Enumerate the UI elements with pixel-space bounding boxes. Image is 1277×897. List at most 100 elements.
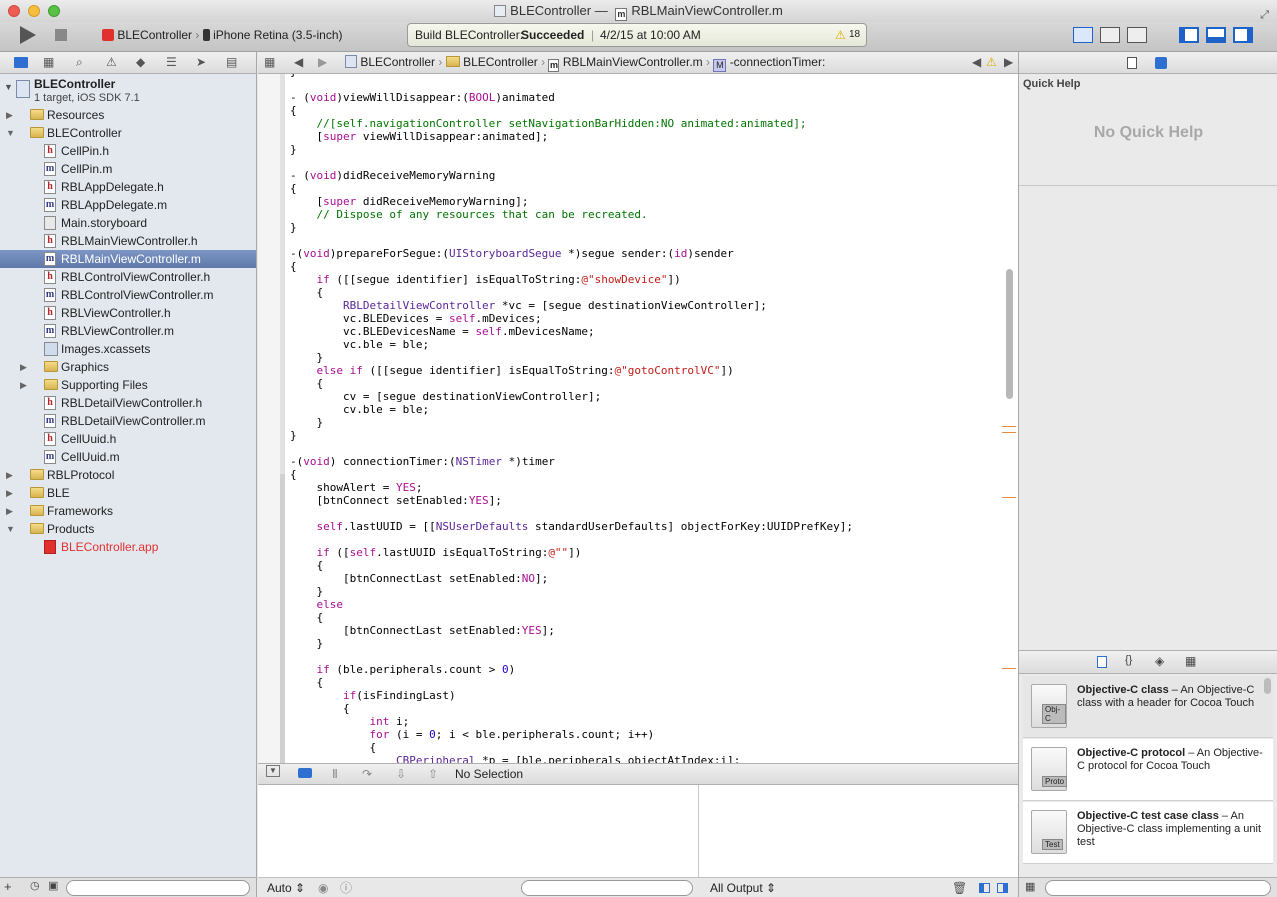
code-line[interactable] [290,507,853,520]
navigator-filter-input[interactable] [66,880,250,896]
step-out-icon[interactable]: ⇧ [428,764,438,784]
scm-filter-icon[interactable]: ▣ [48,879,58,892]
navigator-group-item[interactable]: ▶ Graphics [0,358,256,376]
code-snippet-icon[interactable]: {} [1125,654,1132,666]
chevron-down-icon[interactable]: ▼ [6,124,15,142]
test-navigator-icon[interactable]: ◆ [136,55,145,69]
code-line[interactable]: { [290,260,853,273]
hide-debug-area-icon[interactable]: ▼ [266,765,280,777]
code-line[interactable]: { [290,676,853,689]
code-line[interactable]: if(isFindingLast) [290,689,853,702]
code-line[interactable]: // Dispose of any resources that can be … [290,208,853,221]
code-line[interactable]: { [290,702,853,715]
forward-arrow-icon[interactable]: ▶ [318,52,327,73]
code-line[interactable]: } [290,351,853,364]
code-line[interactable]: for (i = 0; i < ble.peripherals.count; i… [290,728,853,741]
toggle-debug-area-button[interactable] [1206,27,1226,43]
media-library-icon[interactable]: ▦ [1185,654,1196,668]
code-line[interactable]: } [290,143,853,156]
code-line[interactable]: [btnConnectLast setEnabled:YES]; [290,624,853,637]
breadcrumb-method[interactable]: -connectionTimer: [730,55,826,69]
editor-vertical-scrollbar[interactable] [1006,269,1013,399]
warning-marker[interactable] [1002,668,1016,669]
related-items-icon[interactable]: ▦ [264,52,275,73]
navigator-group-item[interactable]: ▼ BLEController [0,124,256,142]
breadcrumb-file[interactable]: RBLMainViewController.m [563,55,703,69]
trash-icon[interactable]: 🗑 [952,878,967,897]
navigator-file-item[interactable]: h RBLViewController.h [0,304,256,322]
debug-navigator-icon[interactable]: ☰ [166,55,177,69]
navigator-file-item[interactable]: Main.storyboard [0,214,256,232]
code-line[interactable]: self.lastUUID = [[NSUserDefaults standar… [290,520,853,533]
code-line[interactable] [290,442,853,455]
breakpoints-toggle-icon[interactable] [298,768,312,778]
warning-count[interactable]: 18 [849,24,860,46]
library-template-item[interactable]: Obj-C Objective-C class – An Objective-C … [1023,676,1273,738]
editor-gutter[interactable] [258,74,280,763]
chevron-down-icon[interactable]: ▼ [4,82,13,92]
code-line[interactable]: else [290,598,853,611]
symbol-navigator-icon[interactable]: ▦ [43,55,54,69]
code-line[interactable]: int i; [290,715,853,728]
run-button[interactable] [20,26,36,44]
minimize-window-button[interactable] [28,5,40,17]
version-editor-button[interactable] [1127,27,1147,43]
chevron-down-icon[interactable]: ▼ [6,520,15,538]
recent-files-icon[interactable]: ◷ [30,879,40,892]
navigator-group-item[interactable]: ▶ Resources [0,106,256,124]
assistant-editor-button[interactable] [1100,27,1120,43]
code-line[interactable]: [super viewWillDisappear:animated]; [290,130,853,143]
library-template-item[interactable]: Proto Objective-C protocol – An Objective… [1023,739,1273,801]
code-line[interactable]: if (ble.peripherals.count > 0) [290,663,853,676]
code-line[interactable]: if ([[segue identifier] isEqualToString:… [290,273,853,286]
close-window-button[interactable] [8,5,20,17]
code-line[interactable]: } [290,416,853,429]
code-text[interactable]: } - (void)viewWillDisappear:(BOOL)animat… [290,74,853,763]
code-line[interactable]: [super didReceiveMemoryWarning]; [290,195,853,208]
project-root[interactable]: ▼ BLEController 1 target, iOS SDK 7.1 [0,74,256,108]
folder-icon[interactable] [14,57,28,68]
eye-icon[interactable]: ◉ [318,878,328,897]
navigator-file-item[interactable]: m CellPin.m [0,160,256,178]
variables-scope-select[interactable]: Auto ⇕ [267,878,305,897]
navigator-group-item[interactable]: ▶ Frameworks [0,502,256,520]
code-line[interactable]: { [290,104,853,117]
code-line[interactable]: [btnConnect setEnabled:YES]; [290,494,853,507]
issue-warning-icon[interactable]: ⚠ [986,52,997,73]
code-line[interactable]: cv.ble = ble; [290,403,853,416]
code-line[interactable]: } [290,637,853,650]
code-line[interactable]: [btnConnectLast setEnabled:NO]; [290,572,853,585]
variables-view[interactable] [258,785,699,877]
standard-editor-button[interactable] [1073,27,1093,43]
code-line[interactable]: -(void) connectionTimer:(NSTimer *)timer [290,455,853,468]
code-line[interactable]: showAlert = YES; [290,481,853,494]
zoom-window-button[interactable] [48,5,60,17]
source-editor[interactable]: } - (void)viewWillDisappear:(BOOL)animat… [258,74,1018,763]
split-right-icon[interactable] [997,883,1008,893]
chevron-right-icon[interactable]: ▶ [20,376,27,394]
chevron-right-icon[interactable]: ▶ [20,358,27,376]
code-line[interactable]: //[self.navigationController setNavigati… [290,117,853,130]
console-output-select[interactable]: All Output ⇕ [710,878,776,897]
navigator-file-item[interactable]: m RBLDetailViewController.m [0,412,256,430]
step-over-icon[interactable]: ↷ [362,764,372,784]
navigator-file-item[interactable]: h RBLAppDelegate.h [0,178,256,196]
file-inspector-icon[interactable] [1127,57,1137,69]
navigator-file-item[interactable]: Images.xcassets [0,340,256,358]
navigator-group-item[interactable]: ▶ RBLProtocol [0,466,256,484]
info-icon[interactable]: ⓘ [340,878,352,897]
navigator-file-item[interactable]: BLEController.app [0,538,256,556]
warning-marker[interactable] [1002,426,1016,427]
code-line[interactable]: -(void)prepareForSegue:(UIStoryboardSegu… [290,247,853,260]
code-line[interactable]: } [290,221,853,234]
code-line[interactable]: - (void)viewWillDisappear:(BOOL)animated [290,91,853,104]
step-into-icon[interactable]: ⇩ [396,764,406,784]
breakpoint-navigator-icon[interactable]: ➤ [196,55,206,69]
code-line[interactable] [290,533,853,546]
back-arrow-icon[interactable]: ◀ [294,52,303,73]
file-template-icon[interactable] [1097,656,1107,668]
scheme-selector[interactable]: BLEController › iPhone Retina (3.5-inch) [102,28,342,42]
navigator-group-item[interactable]: ▶ BLE [0,484,256,502]
grid-view-icon[interactable]: ▦ [1025,880,1035,893]
code-line[interactable]: vc.BLEDevicesName = self.mDevicesName; [290,325,853,338]
